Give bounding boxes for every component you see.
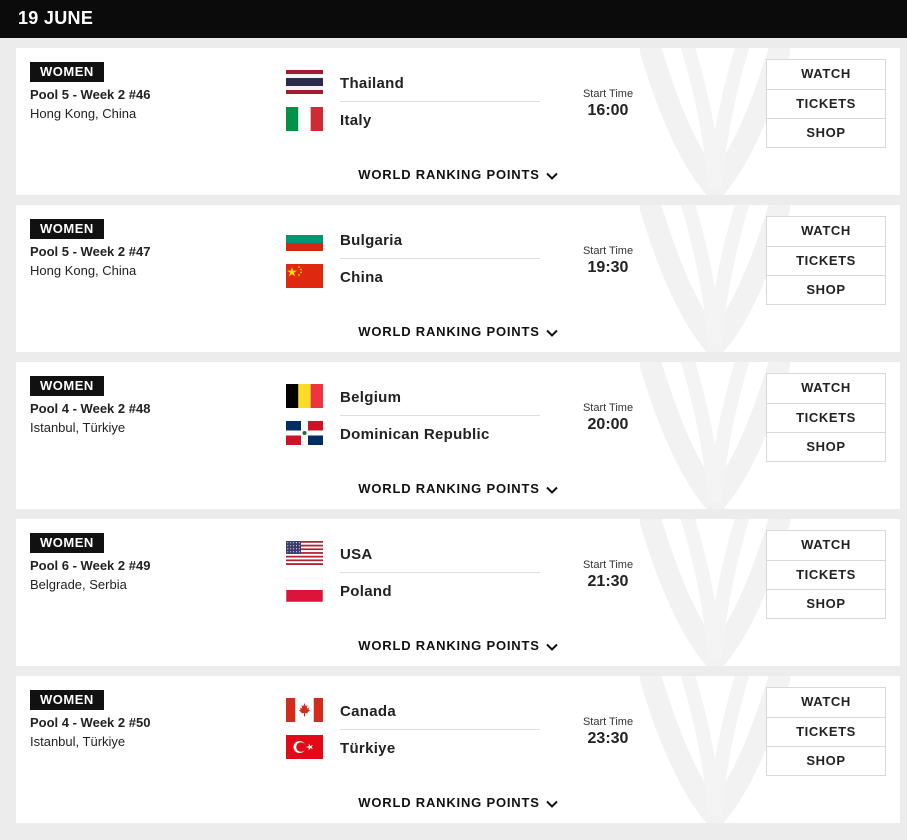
tickets-button[interactable]: TICKETS xyxy=(767,89,885,118)
watch-button[interactable]: WATCH xyxy=(767,374,885,403)
team-divider xyxy=(340,729,540,730)
match-actions: WATCH TICKETS SHOP xyxy=(766,687,886,776)
tickets-button[interactable]: TICKETS xyxy=(767,246,885,275)
turkiye-flag-icon xyxy=(286,735,323,759)
world-ranking-points-label: WORLD RANKING POINTS xyxy=(358,795,540,810)
chevron-down-icon xyxy=(545,486,558,494)
match-actions: WATCH TICKETS SHOP xyxy=(766,373,886,462)
gender-badge: WOMEN xyxy=(30,376,104,396)
team-divider xyxy=(340,415,540,416)
team-home-name[interactable]: Belgium xyxy=(340,389,401,406)
venue-label: Istanbul, Türkiye xyxy=(30,734,126,749)
pool-label: Pool 5 - Week 2 #46 xyxy=(30,87,151,102)
tickets-button[interactable]: TICKETS xyxy=(767,717,885,746)
chevron-down-icon xyxy=(545,643,558,651)
watch-button[interactable]: WATCH xyxy=(767,531,885,560)
pool-label: Pool 4 - Week 2 #50 xyxy=(30,715,151,730)
pool-label: Pool 6 - Week 2 #49 xyxy=(30,558,151,573)
team-home-name[interactable]: Thailand xyxy=(340,75,404,92)
match-card: WOMEN Pool 4 - Week 2 #50 Istanbul, Türkiy… xyxy=(16,676,900,823)
watch-button[interactable]: WATCH xyxy=(767,60,885,89)
gender-badge: WOMEN xyxy=(30,690,104,710)
pool-label: Pool 5 - Week 2 #47 xyxy=(30,244,151,259)
china-flag-icon xyxy=(286,264,323,288)
italy-flag-icon xyxy=(286,107,323,131)
match-actions: WATCH TICKETS SHOP xyxy=(766,530,886,619)
venue-label: Belgrade, Serbia xyxy=(30,577,127,592)
world-ranking-points-toggle[interactable]: WORLD RANKING POINTS xyxy=(16,795,900,810)
world-ranking-points-label: WORLD RANKING POINTS xyxy=(358,481,540,496)
shop-button[interactable]: SHOP xyxy=(767,746,885,775)
team-home-name[interactable]: USA xyxy=(340,546,373,563)
start-time-value: 19:30 xyxy=(587,259,629,276)
start-time-label: Start Time xyxy=(582,245,634,257)
world-ranking-points-toggle[interactable]: WORLD RANKING POINTS xyxy=(16,481,900,496)
start-time-value: 16:00 xyxy=(587,102,629,119)
venue-label: Istanbul, Türkiye xyxy=(30,420,126,435)
venue-label: Hong Kong, China xyxy=(30,263,137,278)
belgium-flag-icon xyxy=(286,384,323,408)
start-time-value: 21:30 xyxy=(587,573,629,590)
chevron-down-icon xyxy=(545,172,558,180)
thailand-flag-icon xyxy=(286,70,323,94)
world-ranking-points-toggle[interactable]: WORLD RANKING POINTS xyxy=(16,638,900,653)
match-card: WOMEN Pool 5 - Week 2 #47 Hong Kong, China… xyxy=(16,205,900,352)
team-divider xyxy=(340,101,540,102)
shop-button[interactable]: SHOP xyxy=(767,432,885,461)
team-away-name[interactable]: Türkiye xyxy=(340,740,395,757)
chevron-down-icon xyxy=(545,800,558,808)
start-time-label: Start Time xyxy=(582,402,634,414)
world-ranking-points-toggle[interactable]: WORLD RANKING POINTS xyxy=(16,324,900,339)
start-time-value: 23:30 xyxy=(587,730,629,747)
usa-flag-icon xyxy=(286,541,323,565)
match-actions: WATCH TICKETS SHOP xyxy=(766,216,886,305)
start-time-label: Start Time xyxy=(582,716,634,728)
pool-label: Pool 4 - Week 2 #48 xyxy=(30,401,151,416)
shop-button[interactable]: SHOP xyxy=(767,118,885,147)
date-header-bar: 19 JUNE xyxy=(0,0,907,38)
team-away-name[interactable]: Poland xyxy=(340,583,392,600)
gender-badge: WOMEN xyxy=(30,62,104,82)
match-card: WOMEN Pool 6 - Week 2 #49 Belgrade, Serbia… xyxy=(16,519,900,666)
shop-button[interactable]: SHOP xyxy=(767,275,885,304)
watch-button[interactable]: WATCH xyxy=(767,217,885,246)
match-card: WOMEN Pool 4 - Week 2 #48 Istanbul, Türkiy… xyxy=(16,362,900,509)
start-time-label: Start Time xyxy=(582,88,634,100)
world-ranking-points-label: WORLD RANKING POINTS xyxy=(358,324,540,339)
gender-badge: WOMEN xyxy=(30,533,104,553)
bulgaria-flag-icon xyxy=(286,227,323,251)
chevron-down-icon xyxy=(545,329,558,337)
tickets-button[interactable]: TICKETS xyxy=(767,560,885,589)
start-time-value: 20:00 xyxy=(587,416,629,433)
world-ranking-points-label: WORLD RANKING POINTS xyxy=(358,167,540,182)
shop-button[interactable]: SHOP xyxy=(767,589,885,618)
team-away-name[interactable]: China xyxy=(340,269,383,286)
team-divider xyxy=(340,572,540,573)
watch-button[interactable]: WATCH xyxy=(767,688,885,717)
match-card: WOMEN Pool 5 - Week 2 #46 Hong Kong, China… xyxy=(16,48,900,195)
team-away-name[interactable]: Dominican Republic xyxy=(340,426,490,443)
world-ranking-points-toggle[interactable]: WORLD RANKING POINTS xyxy=(16,167,900,182)
team-divider xyxy=(340,258,540,259)
canada-flag-icon xyxy=(286,698,323,722)
poland-flag-icon xyxy=(286,578,323,602)
match-list: WOMEN Pool 5 - Week 2 #46 Hong Kong, China… xyxy=(16,48,900,833)
team-home-name[interactable]: Canada xyxy=(340,703,396,720)
gender-badge: WOMEN xyxy=(30,219,104,239)
team-home-name[interactable]: Bulgaria xyxy=(340,232,402,249)
dominican-republic-flag-icon xyxy=(286,421,323,445)
start-time-label: Start Time xyxy=(582,559,634,571)
tickets-button[interactable]: TICKETS xyxy=(767,403,885,432)
world-ranking-points-label: WORLD RANKING POINTS xyxy=(358,638,540,653)
date-header: 19 JUNE xyxy=(18,8,94,28)
venue-label: Hong Kong, China xyxy=(30,106,137,121)
team-away-name[interactable]: Italy xyxy=(340,112,372,129)
match-actions: WATCH TICKETS SHOP xyxy=(766,59,886,148)
